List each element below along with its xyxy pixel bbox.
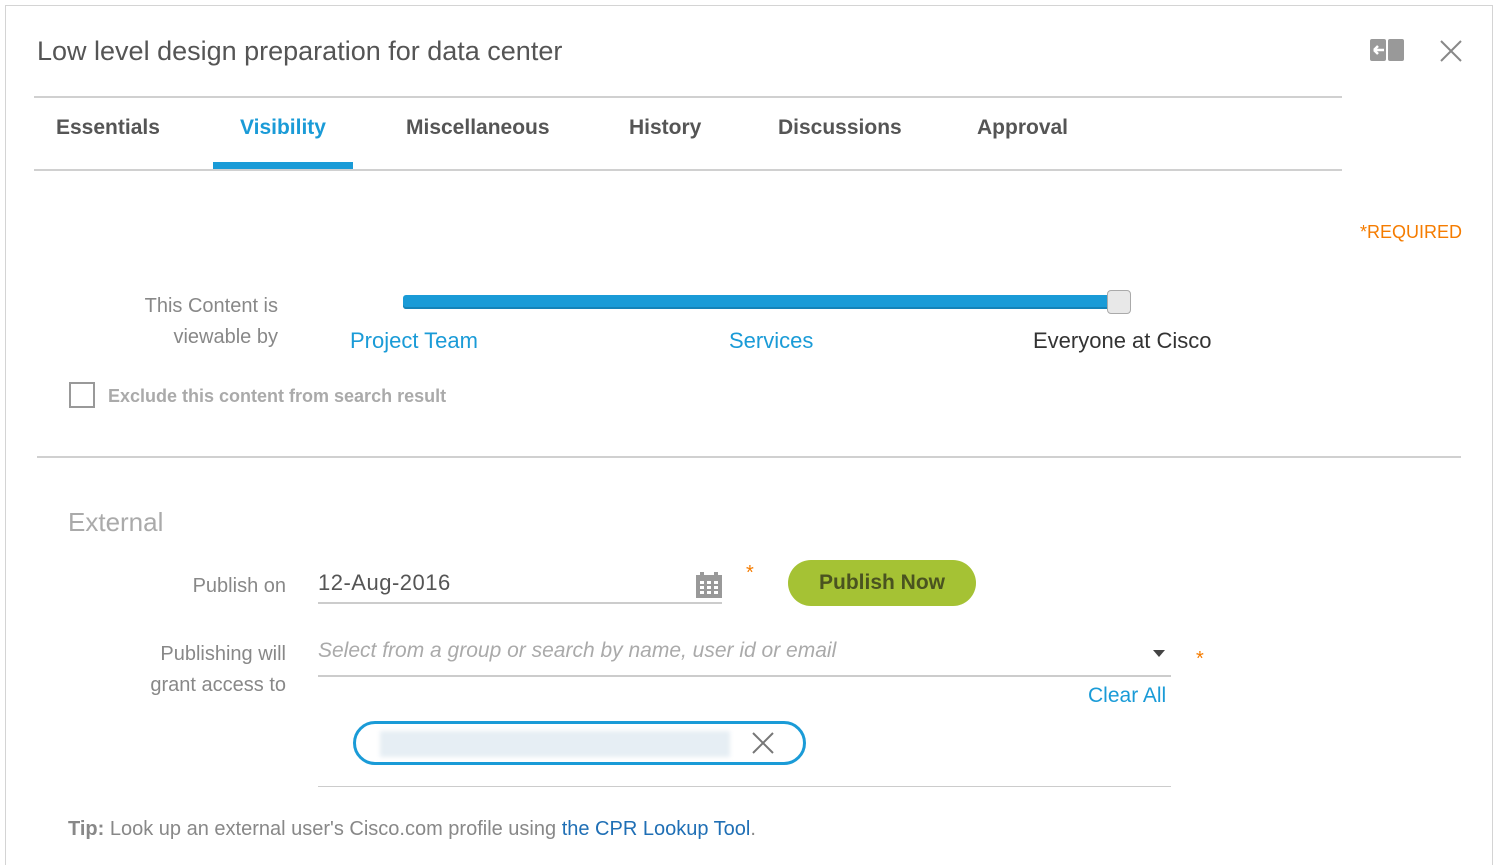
tip-text: Look up an external user's Cisco.com pro… bbox=[104, 818, 562, 840]
tip-prefix: Tip: bbox=[68, 818, 105, 840]
tabs-divider bbox=[34, 169, 1342, 171]
chevron-down-icon[interactable] bbox=[1153, 650, 1165, 658]
remove-chip-icon[interactable] bbox=[752, 732, 774, 754]
section-divider bbox=[37, 456, 1461, 458]
calendar-icon[interactable] bbox=[696, 572, 722, 598]
access-select[interactable]: Select from a group or search by name, u… bbox=[318, 632, 1171, 677]
tab-approval[interactable]: Approval bbox=[977, 116, 1068, 140]
access-required-mark: * bbox=[1196, 648, 1204, 670]
redacted-user-name bbox=[380, 731, 730, 757]
publish-required-mark: * bbox=[746, 562, 754, 584]
publish-now-button[interactable]: Publish Now bbox=[788, 560, 976, 606]
tip: Tip: Look up an external user's Cisco.co… bbox=[68, 818, 756, 841]
publish-label: Publish on bbox=[192, 575, 286, 597]
visibility-label-2: viewable by bbox=[173, 326, 278, 348]
tip-suffix: . bbox=[750, 818, 756, 840]
required-note: *REQUIRED bbox=[1360, 222, 1463, 242]
access-label-1: Publishing will bbox=[160, 643, 286, 665]
visibility-slider-track[interactable] bbox=[403, 295, 1130, 309]
tab-discussions[interactable]: Discussions bbox=[778, 116, 902, 140]
panel-collapse-icon[interactable] bbox=[1370, 39, 1404, 61]
title-divider bbox=[34, 96, 1342, 98]
close-icon[interactable] bbox=[1439, 39, 1463, 63]
level-project-team[interactable]: Project Team bbox=[350, 328, 478, 354]
exclude-checkbox[interactable] bbox=[69, 382, 95, 408]
tab-miscellaneous[interactable]: Miscellaneous bbox=[406, 116, 550, 140]
tab-visibility[interactable]: Visibility bbox=[240, 116, 326, 140]
chips-divider bbox=[318, 786, 1171, 787]
publish-date-input[interactable]: 12-Aug-2016 bbox=[318, 564, 722, 604]
level-services[interactable]: Services bbox=[729, 328, 813, 354]
visibility-slider-handle[interactable] bbox=[1107, 290, 1131, 314]
external-heading: External bbox=[68, 507, 164, 537]
access-label-2: grant access to bbox=[150, 674, 286, 696]
clear-all-link[interactable]: Clear All bbox=[1088, 684, 1166, 708]
visibility-label-1: This Content is bbox=[144, 295, 278, 317]
selected-user-chip bbox=[353, 721, 806, 765]
cpr-lookup-link[interactable]: the CPR Lookup Tool bbox=[562, 818, 751, 840]
tab-history[interactable]: History bbox=[629, 116, 701, 140]
access-placeholder: Select from a group or search by name, u… bbox=[318, 639, 837, 662]
exclude-label: Exclude this content from search result bbox=[108, 386, 447, 406]
publish-date-value: 12-Aug-2016 bbox=[318, 570, 451, 595]
level-everyone[interactable]: Everyone at Cisco bbox=[1033, 328, 1212, 354]
dialog-title: Low level design preparation for data ce… bbox=[37, 36, 563, 66]
active-tab-indicator bbox=[213, 162, 353, 169]
tab-essentials[interactable]: Essentials bbox=[56, 116, 160, 140]
